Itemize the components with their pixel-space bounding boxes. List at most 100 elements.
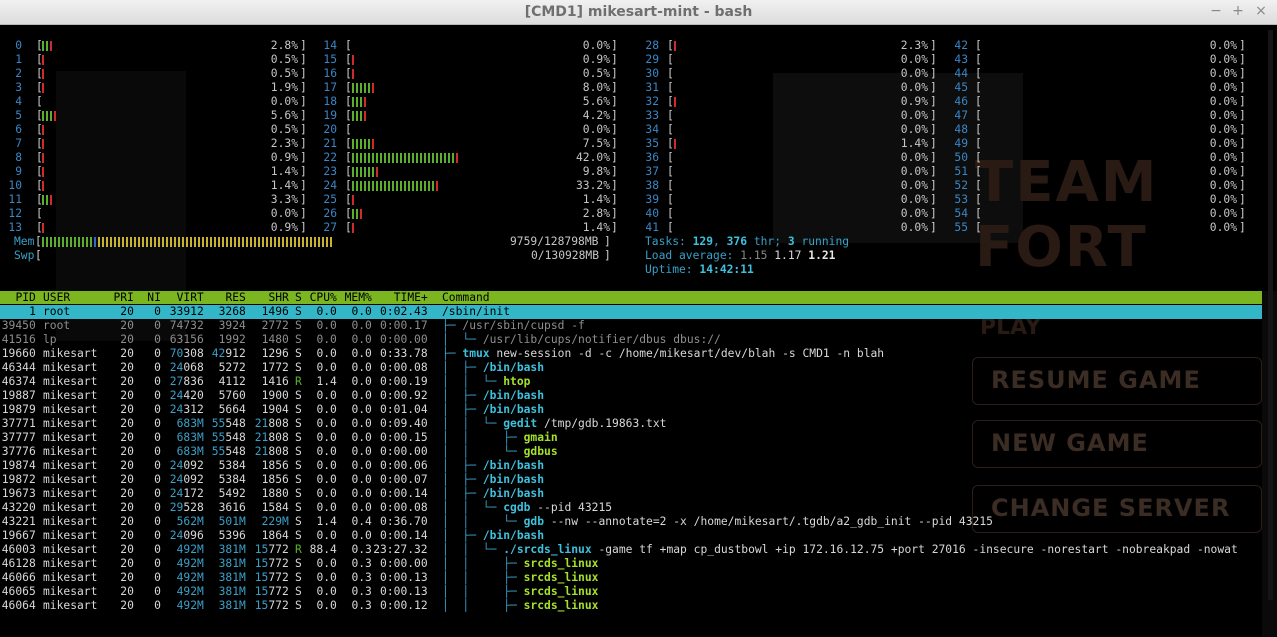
table-row[interactable]: 19667 mikesart 20 0 24096 5396 1864 S 0.0 0.0 0:00… xyxy=(0,529,1262,543)
table-row[interactable]: 46128 mikesart 20 0 492M 381M 15772 S 0.0 0.3 0:00… xyxy=(0,557,1262,571)
table-row[interactable]: 46065 mikesart 20 0 492M 381M 15772 S 0.0 0.3 0:00… xyxy=(0,585,1262,599)
column-header-s[interactable]: S xyxy=(295,291,302,305)
table-row[interactable]: 46003 mikesart 20 0 492M 381M 15772 R 88.4 0.3 23:… xyxy=(0,543,1262,557)
maximize-icon[interactable]: + xyxy=(1230,3,1246,19)
table-row[interactable]: 19887 mikesart 20 0 24420 5760 1900 S 0.0 0.0 0:00… xyxy=(0,389,1262,403)
meter-bracket-left: [ xyxy=(667,109,674,122)
cpu-percent: 5.6% xyxy=(582,95,611,108)
cell-time: 0:00.13 xyxy=(380,585,428,598)
swap-meter: Swp [ 0/130928MB ] xyxy=(14,249,611,262)
table-row[interactable]: 19879 mikesart 20 0 24312 5664 1904 S 0.0 0.0 0:01… xyxy=(0,403,1262,417)
cpu-percent: 0.0% xyxy=(900,151,929,164)
table-row[interactable]: 39450 root 20 0 74732 3924 2772 S 0.0 0.0 0:00.17 ├… xyxy=(0,319,1262,333)
cpu-percent: 1.4% xyxy=(582,193,611,206)
meter-bracket-right: ] xyxy=(1239,207,1246,220)
cpu-id: 23 xyxy=(323,165,337,178)
meter-bracket-left: [ xyxy=(345,67,352,80)
cell-shr: 1416 xyxy=(261,375,289,388)
column-header-ni[interactable]: NI xyxy=(147,291,161,305)
cpu-id: 29 xyxy=(645,53,659,66)
table-row[interactable]: 19660 mikesart 20 0 70308 42912 1296 S 0.0 0.0 0:3… xyxy=(0,347,1262,361)
column-header-res[interactable]: RES xyxy=(225,291,245,305)
cell-ni: 0 xyxy=(154,543,161,556)
cpu-percent: 0.0% xyxy=(900,193,929,206)
column-header-cpu[interactable]: CPU% xyxy=(310,291,337,305)
cpu-id: 2 xyxy=(15,67,22,80)
cpu-bar xyxy=(352,55,356,65)
cell-mem: 0.0 xyxy=(351,403,372,416)
minimize-icon[interactable]: − xyxy=(1208,3,1224,19)
column-header-pid[interactable]: PID xyxy=(15,291,35,305)
meter-bracket-right: ] xyxy=(300,123,307,136)
cell-pid: 43220 xyxy=(1,501,36,514)
cell-time: 0:00.14 xyxy=(380,529,428,542)
cell-ni: 0 xyxy=(154,319,161,332)
scrollbar[interactable] xyxy=(1268,30,1273,600)
meter-bracket-left: [ xyxy=(975,207,982,220)
process-table-header[interactable]: PID USER PRI NI VIRT RES SHR S CPU% MEM% TIME+ Comm… xyxy=(0,291,1262,304)
meter-bracket-left: [ xyxy=(667,39,674,52)
table-row[interactable]: 19872 mikesart 20 0 24092 5384 1856 S 0.0 0.0 0:00… xyxy=(0,473,1262,487)
cell-pid: 46344 xyxy=(1,361,36,374)
cpu-bar xyxy=(352,195,356,205)
meter-bracket-left: [ xyxy=(345,81,352,94)
table-row[interactable]: 46064 mikesart 20 0 492M 381M 15772 S 0.0 0.3 0:00… xyxy=(0,599,1262,613)
cpu-id: 31 xyxy=(645,81,659,94)
table-row[interactable]: 37771 mikesart 20 0 683M 55548 21808 S 0.0 0.0 0:0… xyxy=(0,417,1262,431)
cell-user: mikesart xyxy=(43,361,98,374)
table-row[interactable]: 46374 mikesart 20 0 27836 4112 1416 R 1.4 0.0 0:00… xyxy=(0,375,1262,389)
meter-bracket-left: [ xyxy=(36,95,43,108)
cell-virt: 492M xyxy=(176,599,204,612)
column-header-user[interactable]: USER xyxy=(43,291,70,305)
column-header-shr[interactable]: SHR xyxy=(268,291,288,305)
column-header-time[interactable]: TIME+ xyxy=(394,291,428,305)
cpu-bar xyxy=(42,41,54,51)
table-row[interactable]: 41516 lp 20 0 63156 1992 1480 S 0.0 0.0 0:00.00 │ └… xyxy=(0,333,1262,347)
running-count: 3 xyxy=(787,235,795,248)
column-header-virt[interactable]: VIRT xyxy=(177,291,204,305)
cell-shr: 1856 xyxy=(261,459,289,472)
cell-mem: 0.0 xyxy=(351,389,372,402)
cpu-id: 49 xyxy=(954,137,968,150)
cell-ni: 0 xyxy=(154,445,161,458)
close-icon[interactable]: × xyxy=(1253,3,1269,19)
cpu-bar xyxy=(42,69,46,79)
table-row[interactable]: 43220 mikesart 20 0 29528 3616 1584 S 0.0 0.0 0:00… xyxy=(0,501,1262,515)
table-row[interactable]: 37776 mikesart 20 0 683M 55548 21808 S 0.0 0.0 0:0… xyxy=(0,445,1262,459)
meter-bracket-right: ] xyxy=(930,123,937,136)
table-row[interactable]: 19673 mikesart 20 0 24172 5492 1880 S 0.0 0.0 0:00… xyxy=(0,487,1262,501)
terminal[interactable]: 0 [2.8%] 1 [0.5%] 2 [0.5%] 3 [1.9%] 4 [0.0%] 5 [5.6… xyxy=(0,25,1277,637)
column-header-command[interactable]: Command xyxy=(442,291,490,305)
cell-s: S xyxy=(295,599,302,612)
cell-mem: 0.3 xyxy=(351,585,372,598)
column-header-pri[interactable]: PRI xyxy=(113,291,133,305)
cell-ni: 0 xyxy=(154,557,161,570)
cpu-id: 19 xyxy=(323,109,337,122)
cell-pri: 20 xyxy=(120,375,134,388)
table-row[interactable]: 37777 mikesart 20 0 683M 55548 21808 S 0.0 0.0 0:0… xyxy=(0,431,1262,445)
table-row[interactable]: 19874 mikesart 20 0 24092 5384 1856 S 0.0 0.0 0:00… xyxy=(0,459,1262,473)
cell-mem: 0.0 xyxy=(351,501,372,514)
cell-user: mikesart xyxy=(43,459,98,472)
cpu-percent: 0.0% xyxy=(1209,137,1238,150)
cell-ni: 0 xyxy=(154,515,161,528)
cell-cpu: 0.0 xyxy=(316,403,337,416)
cell-time: 0:00.17 xyxy=(380,319,428,332)
meter-bracket-right: ] xyxy=(300,109,307,122)
cell-user: mikesart xyxy=(43,431,98,444)
meter-bracket-right: ] xyxy=(1239,81,1246,94)
column-header-mem[interactable]: MEM% xyxy=(345,291,372,305)
cpu-bar xyxy=(42,55,46,65)
cell-pri: 20 xyxy=(120,487,134,500)
meter-bracket-right: ] xyxy=(1239,123,1246,136)
cell-shr: 1900 xyxy=(261,389,289,402)
cell-res: 5396 xyxy=(218,529,246,542)
cpu-id: 24 xyxy=(323,179,337,192)
cell-s: S xyxy=(295,529,302,542)
table-row[interactable]: 43221 mikesart 20 0 562M 501M 229M S 1.4 0.4 0:36.… xyxy=(0,515,1262,529)
cell-ni: 0 xyxy=(154,487,161,500)
table-row[interactable]: 46066 mikesart 20 0 492M 381M 15772 S 0.0 0.3 0:00… xyxy=(0,571,1262,585)
table-row-selected[interactable]: 1 root 20 0 33912 3268 1496 S 0.0 0.0 0:02.43/sbin… xyxy=(0,305,1262,319)
window-titlebar[interactable]: [CMD1] mikesart-mint - bash − + × xyxy=(0,0,1277,25)
table-row[interactable]: 46344 mikesart 20 0 24068 5272 1772 S 0.0 0.0 0:00… xyxy=(0,361,1262,375)
